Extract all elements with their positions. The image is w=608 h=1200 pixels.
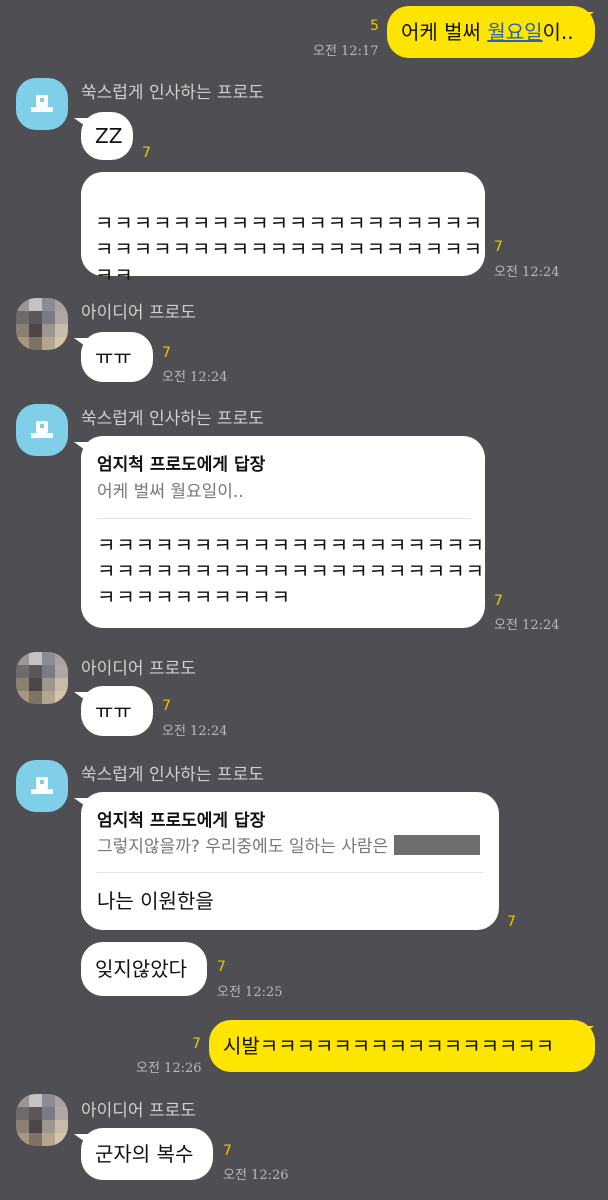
date-link[interactable]: 월요일 xyxy=(487,20,542,44)
message-time: 오전 12:24 xyxy=(162,370,228,385)
divider xyxy=(97,872,483,873)
ghost-icon xyxy=(31,95,53,112)
reply-quote[interactable]: 그렇지않을까? 우리중에도 일하는 사람은 xyxy=(97,834,481,860)
reply-message-bubble[interactable]: 엄지척 프로도에게 답장 어케 벌써 월요일이.. ㅋㅋㅋㅋㅋㅋㅋㅋㅋㅋㅋㅋㅋㅋ… xyxy=(81,436,485,628)
unread-count: 7 xyxy=(217,959,226,975)
sender-name: 아이디어 프로도 xyxy=(81,1101,196,1121)
bubble-tail xyxy=(580,1026,594,1036)
censored-block xyxy=(394,835,481,855)
bubble-tail xyxy=(74,798,88,808)
message-bubble[interactable]: 어케 벌써 월요일이.. xyxy=(387,6,595,58)
message-text: 잊지않았다 xyxy=(95,957,187,981)
avatar[interactable] xyxy=(16,298,68,350)
reply-header: 엄지척 프로도에게 답장 xyxy=(97,811,266,831)
unread-count: 7 xyxy=(507,914,516,930)
avatar[interactable] xyxy=(16,652,68,704)
message-bubble[interactable]: ㅠㅠ xyxy=(81,332,153,382)
message-text: ㅋㅋㅋㅋㅋㅋㅋㅋㅋㅋㅋㅋㅋㅋㅋㅋㅋㅋㅋㅋ ㅋㅋㅋㅋㅋㅋㅋㅋㅋㅋㅋㅋㅋㅋㅋㅋㅋㅋㅋ… xyxy=(97,533,485,609)
message-time: 오전 12:24 xyxy=(494,265,560,280)
divider xyxy=(97,518,471,519)
sender-name: 아이디어 프로도 xyxy=(81,303,196,323)
unread-count: 7 xyxy=(223,1143,232,1159)
message-text: 시발ㅋㅋㅋㅋㅋㅋㅋㅋㅋㅋㅋㅋㅋㅋㅋㅋ xyxy=(223,1034,555,1058)
message-text: 어케 벌써 xyxy=(401,20,488,44)
bubble-tail xyxy=(74,338,88,348)
unread-count: 7 xyxy=(494,593,503,609)
message-time: 오전 12:26 xyxy=(136,1061,202,1076)
reply-header: 엄지척 프로도에게 답장 xyxy=(97,455,266,475)
message-time: 오전 12:24 xyxy=(494,618,560,633)
message-text: ㅠㅠ xyxy=(95,345,132,369)
message-bubble[interactable]: 잊지않았다 xyxy=(81,942,207,996)
message-bubble[interactable]: ㅋㅋㅋㅋㅋㅋㅋㅋㅋㅋㅋㅋㅋㅋㅋㅋㅋㅋㅋㅋ ㅋㅋㅋㅋㅋㅋㅋㅋㅋㅋㅋㅋㅋㅋㅋㅋㅋㅋㅋ… xyxy=(81,172,485,287)
message-bubble[interactable]: 군자의 복수 xyxy=(81,1128,213,1180)
unread-count: 5 xyxy=(370,18,379,34)
sender-name: 쑥스럽게 인사하는 프로도 xyxy=(81,765,264,785)
sender-name: 쑥스럽게 인사하는 프로도 xyxy=(81,83,264,103)
bubble-tail xyxy=(74,118,88,128)
bubble-tail xyxy=(74,442,88,452)
message-text: ㅠㅠ xyxy=(95,699,132,723)
message-text: ㅋㅋㅋㅋㅋㅋㅋㅋㅋㅋㅋㅋㅋㅋㅋㅋㅋㅋㅋㅋ ㅋㅋㅋㅋㅋㅋㅋㅋㅋㅋㅋㅋㅋㅋㅋㅋㅋㅋㅋ… xyxy=(95,211,483,287)
reply-message-bubble[interactable]: 엄지척 프로도에게 답장 그렇지않을까? 우리중에도 일하는 사람은 나는 이원… xyxy=(81,792,499,930)
message-text: 군자의 복수 xyxy=(95,1142,194,1166)
ghost-icon xyxy=(31,777,53,794)
message-text: ZZ xyxy=(95,124,123,148)
message-text: 나는 이원한을 xyxy=(97,889,214,913)
avatar[interactable] xyxy=(16,760,68,812)
message-time: 오전 12:25 xyxy=(217,985,283,1000)
reply-quote[interactable]: 어케 벌써 월요일이.. xyxy=(97,479,244,505)
avatar[interactable] xyxy=(16,78,68,130)
bubble-tail xyxy=(74,1134,88,1144)
sender-name: 쑥스럽게 인사하는 프로도 xyxy=(81,409,264,429)
unread-count: 7 xyxy=(494,239,503,255)
message-bubble[interactable]: ㅠㅠ xyxy=(81,686,153,736)
sender-name: 아이디어 프로도 xyxy=(81,659,196,679)
bubble-tail xyxy=(74,692,88,702)
avatar[interactable] xyxy=(16,404,68,456)
avatar[interactable] xyxy=(16,1094,68,1146)
message-bubble[interactable]: 시발ㅋㅋㅋㅋㅋㅋㅋㅋㅋㅋㅋㅋㅋㅋㅋㅋ xyxy=(209,1020,595,1072)
message-time: 오전 12:26 xyxy=(223,1168,289,1183)
message-time: 오전 12:24 xyxy=(162,724,228,739)
unread-count: 7 xyxy=(192,1036,201,1052)
unread-count: 7 xyxy=(142,145,151,161)
bubble-tail xyxy=(580,12,594,22)
message-bubble[interactable]: ZZ xyxy=(81,112,133,160)
reply-quote-text: 그렇지않을까? 우리중에도 일하는 사람은 xyxy=(97,837,389,857)
ghost-icon xyxy=(31,421,53,438)
unread-count: 7 xyxy=(162,345,171,361)
message-text: 이.. xyxy=(542,20,574,44)
unread-count: 7 xyxy=(162,698,171,714)
message-time: 오전 12:17 xyxy=(313,44,379,59)
